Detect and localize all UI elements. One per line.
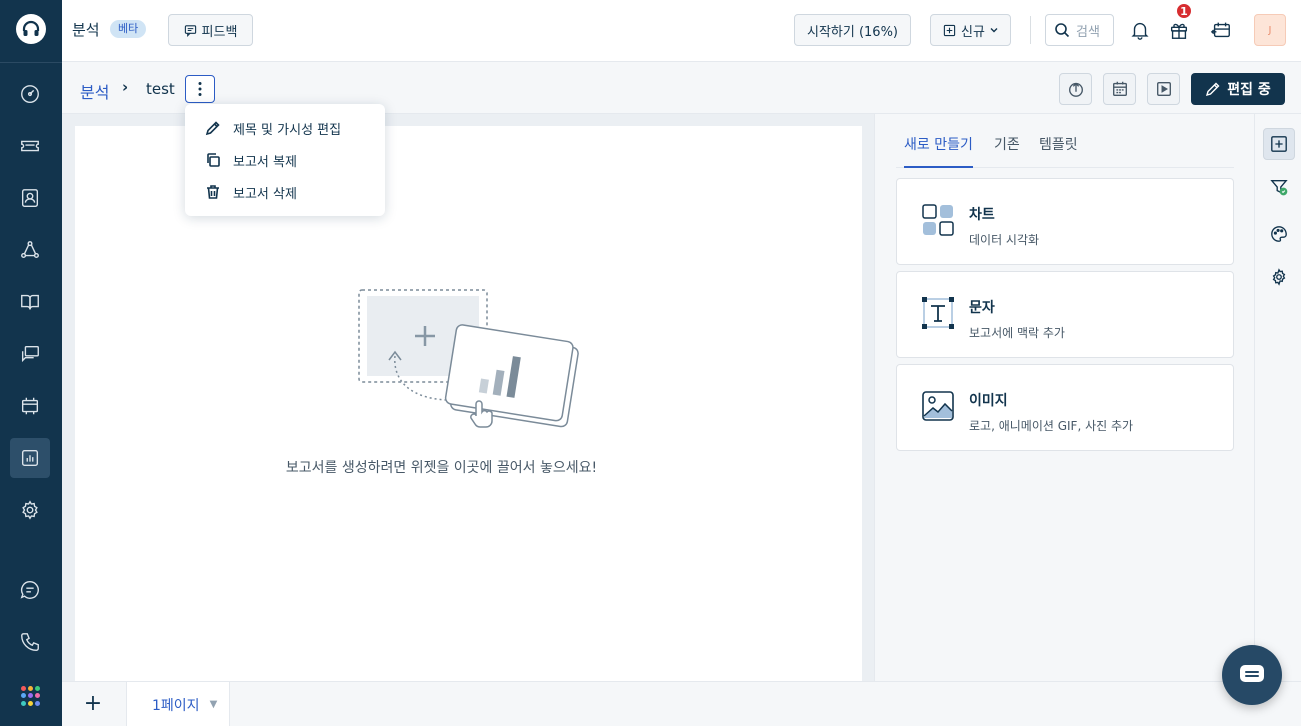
widget-card-image[interactable]: 이미지 로고, 애니메이션 GIF, 사진 추가 (896, 364, 1234, 451)
present-button[interactable] (1147, 73, 1180, 105)
new-button[interactable]: 신규 (930, 14, 1011, 46)
nav-assets-icon[interactable] (10, 386, 50, 426)
nav-tickets-icon[interactable] (10, 126, 50, 166)
nav-contacts-icon[interactable] (10, 178, 50, 218)
export-button[interactable] (1059, 73, 1092, 105)
tab-templates[interactable]: 템플릿 (1039, 134, 1078, 168)
drag-drop-illustration-icon (358, 289, 579, 428)
page-tabs-bar: + 1페이지 ▼ (62, 681, 1301, 726)
menu-item-edit-title[interactable]: 제목 및 가시성 편집 (185, 112, 385, 144)
gift-count-badge: 1 (1175, 2, 1193, 20)
nav-dashboard-icon[interactable] (10, 74, 50, 114)
feedback-icon (184, 24, 196, 37)
breadcrumb-current: test (146, 80, 175, 98)
menu-item-duplicate-report[interactable]: 보고서 복제 (185, 144, 385, 176)
menu-item-label: 제목 및 가시성 편집 (233, 122, 342, 138)
filter-check-icon (1270, 180, 1288, 196)
image-widget-icon (922, 391, 954, 421)
chat-bubble-icon (1240, 665, 1264, 682)
export-icon (1068, 82, 1083, 97)
pencil-icon (205, 121, 220, 136)
nav-divider (0, 62, 62, 63)
editing-button[interactable]: 편집 중 (1191, 73, 1285, 105)
editing-label: 편집 중 (1227, 82, 1271, 98)
get-started-button[interactable]: 시작하기 (16%) (794, 14, 911, 46)
app-logo-icon[interactable] (16, 14, 46, 44)
app-title: 분석 (72, 21, 100, 39)
schedule-button[interactable] (1103, 73, 1136, 105)
calendar-switch-icon[interactable] (1206, 15, 1236, 45)
nav-chat-icon[interactable] (10, 570, 50, 610)
user-avatar[interactable]: J (1254, 14, 1286, 46)
widget-panel-tabs: 새로 만들기 기존 템플릿 (896, 134, 1234, 168)
breadcrumb-chevron-icon: › (122, 78, 129, 96)
search-placeholder: 검색 (1076, 24, 1100, 40)
empty-state-message: 보고서를 생성하려면 위젯을 이곳에 끌어서 놓으세요! (285, 460, 598, 476)
left-navigation (0, 0, 62, 726)
chat-launcher-button[interactable] (1222, 645, 1282, 705)
notifications-bell-icon[interactable] (1125, 15, 1155, 45)
caret-down-icon[interactable]: ▼ (210, 699, 218, 710)
plus-box-icon (943, 24, 956, 36)
add-page-button[interactable]: + (80, 692, 106, 718)
pencil-icon (1206, 82, 1220, 97)
menu-item-label: 보고서 복제 (233, 154, 297, 170)
report-options-menu: 제목 및 가시성 편집 보고서 복제 보고서 삭제 (185, 104, 385, 216)
kebab-icon (198, 82, 202, 96)
gear-icon (1272, 268, 1286, 286)
nav-phone-icon[interactable] (10, 622, 50, 662)
text-widget-icon (922, 297, 954, 329)
topbar-divider (1030, 16, 1031, 44)
theme-button[interactable] (1263, 218, 1295, 250)
widget-card-chart[interactable]: 차트 데이터 시각화 (896, 178, 1234, 265)
page-tab-label: 1페이지 (152, 697, 200, 714)
top-bar: 분석 베타 피드백 시작하기 (16%) 신규 검색 1 J (62, 0, 1301, 62)
nav-groups-icon[interactable] (10, 230, 50, 270)
feedback-label: 피드백 (201, 24, 238, 40)
search-icon (1055, 23, 1070, 38)
right-tool-rail (1254, 114, 1301, 681)
widget-card-text[interactable]: 문자 보고서에 맥락 추가 (896, 271, 1234, 358)
nav-analytics-icon[interactable] (10, 438, 50, 478)
widget-description: 보고서에 맥락 추가 (969, 326, 1065, 340)
search-input[interactable]: 검색 (1045, 14, 1114, 46)
nav-forums-icon[interactable] (10, 334, 50, 374)
page-tab[interactable]: 1페이지 ▼ (126, 682, 230, 726)
copy-icon (207, 153, 220, 167)
play-icon (1156, 82, 1171, 96)
chart-widget-icon (922, 204, 954, 236)
tab-existing[interactable]: 기존 (994, 134, 1020, 168)
widget-panel: 새로 만들기 기존 템플릿 차트 데이터 시각화 문자 보고서에 맥락 추가 이… (874, 114, 1254, 681)
gift-icon[interactable] (1164, 15, 1194, 45)
more-options-button[interactable] (185, 75, 215, 103)
tab-create-new[interactable]: 새로 만들기 (904, 134, 973, 168)
add-widget-button[interactable] (1263, 128, 1295, 160)
feedback-button[interactable]: 피드백 (168, 14, 253, 46)
add-square-icon (1271, 136, 1287, 152)
nav-knowledge-base-icon[interactable] (10, 282, 50, 322)
apps-grid-icon[interactable] (21, 686, 41, 706)
new-label: 신규 (961, 24, 985, 40)
menu-item-delete-report[interactable]: 보고서 삭제 (185, 176, 385, 208)
nav-admin-settings-icon[interactable] (10, 490, 50, 530)
breadcrumb-parent-link[interactable]: 분석 (80, 79, 109, 103)
report-settings-button[interactable] (1263, 261, 1295, 293)
chevron-down-icon (990, 28, 998, 33)
widget-title: 차트 (969, 207, 995, 223)
widget-description: 로고, 애니메이션 GIF, 사진 추가 (969, 419, 1134, 433)
trash-icon (207, 185, 219, 199)
calendar-icon (1112, 81, 1127, 96)
get-started-label: 시작하기 (16%) (806, 24, 898, 40)
beta-badge: 베타 (110, 20, 147, 38)
menu-item-label: 보고서 삭제 (233, 186, 297, 202)
palette-icon (1271, 226, 1287, 242)
widget-title: 이미지 (969, 393, 1008, 409)
filter-button[interactable] (1263, 171, 1295, 203)
widget-title: 문자 (969, 300, 995, 316)
widget-description: 데이터 시각화 (969, 233, 1040, 247)
report-canvas-area: 보고서를 생성하려면 위젯을 이곳에 끌어서 놓으세요! (62, 114, 874, 681)
